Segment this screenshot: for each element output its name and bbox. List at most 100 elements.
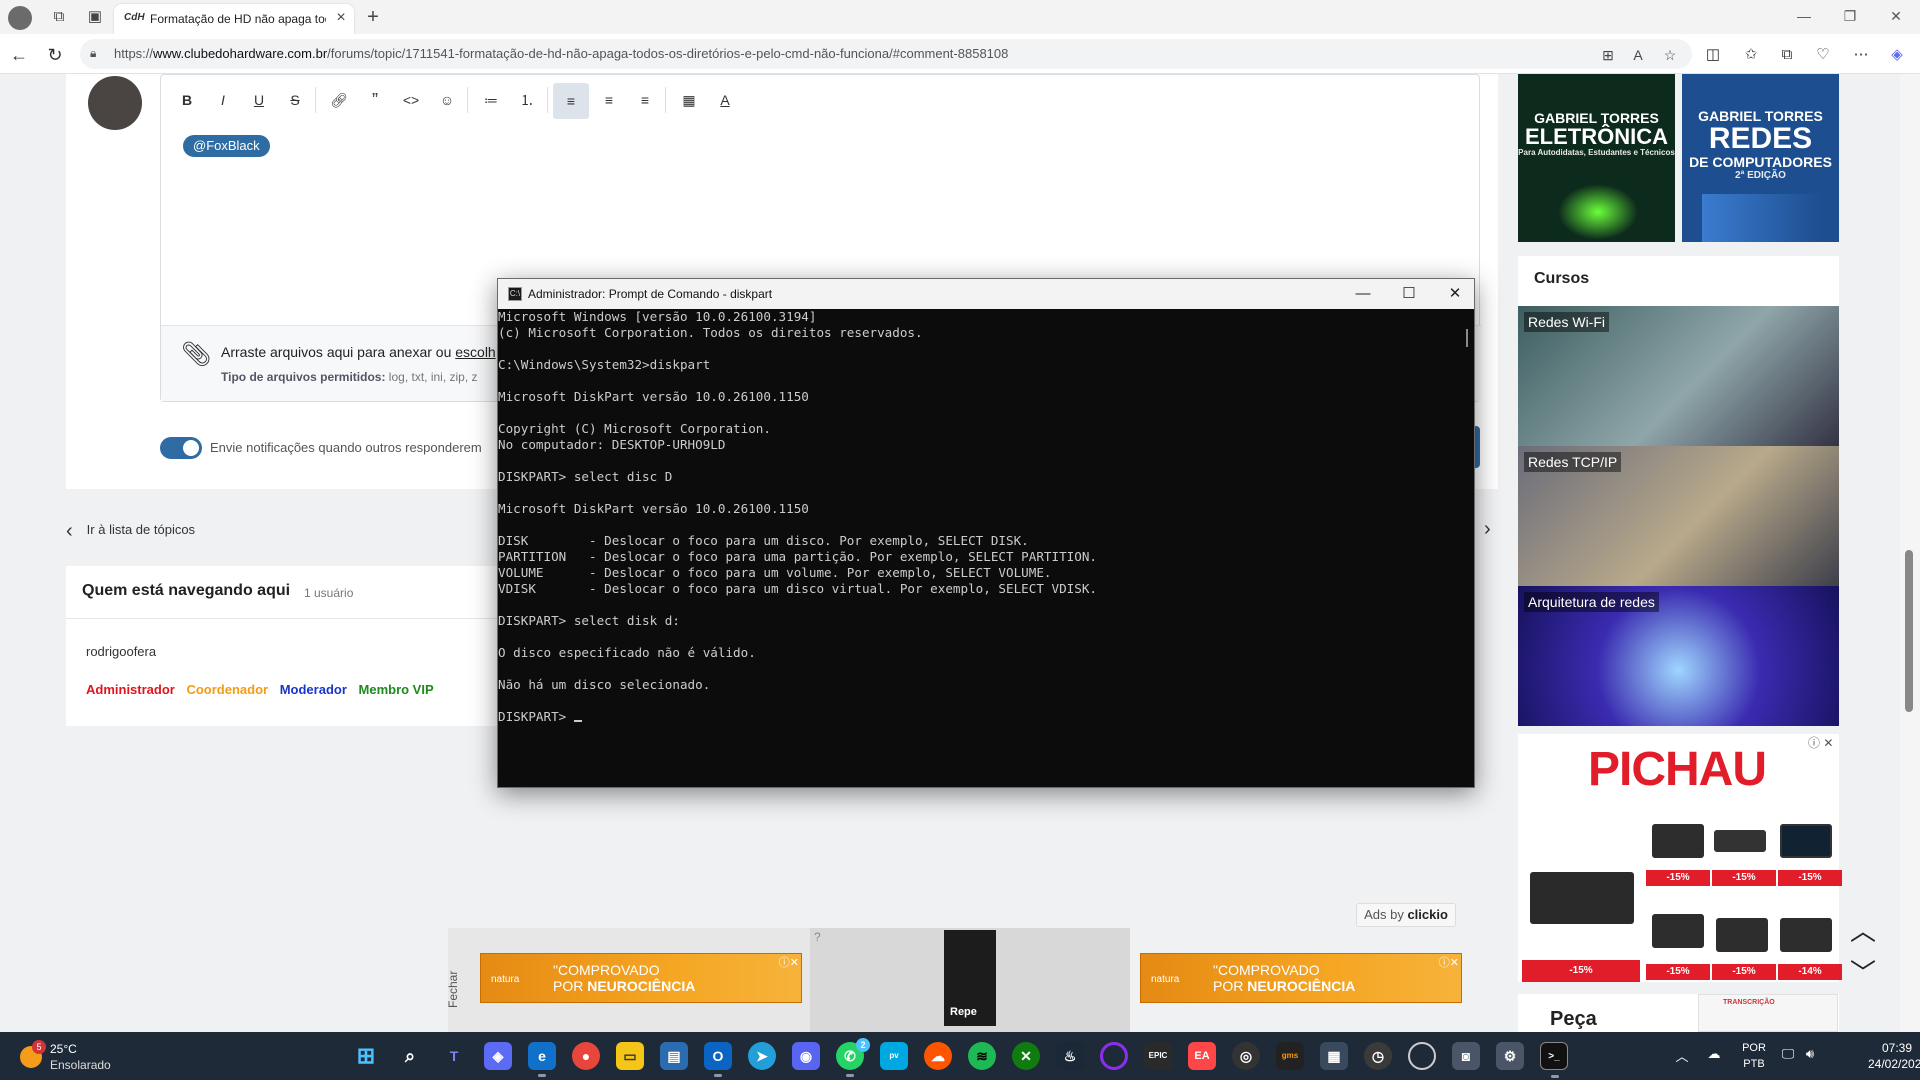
restore-icon[interactable]: ❐: [1840, 8, 1860, 26]
site-info-icon[interactable]: 🔒︎: [90, 46, 106, 62]
url-field[interactable]: 🔒︎ https://www.clubedohardware.com.br/fo…: [80, 39, 1692, 69]
viewer-user[interactable]: rodrigoofera: [86, 644, 156, 659]
file-explorer-icon[interactable]: ▭: [616, 1042, 644, 1070]
link-icon[interactable]: 🔗︎: [327, 89, 351, 111]
underline-button[interactable]: U: [247, 89, 271, 111]
profile-avatar[interactable]: [8, 6, 32, 30]
close-ad-button[interactable]: Fechar: [446, 958, 470, 1008]
cmd-scrollbar[interactable]: [1460, 309, 1474, 787]
scroll-down-icon[interactable]: ﹀: [1848, 958, 1878, 988]
language-indicator[interactable]: POR PTB: [1740, 1040, 1768, 1072]
whatsapp-icon[interactable]: ✆ 2: [836, 1038, 870, 1077]
prime-video-icon[interactable]: pv: [880, 1042, 908, 1070]
book-ad-eletronica[interactable]: GABRIEL TORRES ELETRÔNICA Para Autodidat…: [1518, 74, 1675, 242]
align-right-icon[interactable]: ≡: [633, 89, 657, 111]
more-menu-icon[interactable]: ⋯: [1850, 44, 1872, 66]
clock[interactable]: 07:3924/02/2025: [1868, 1040, 1920, 1072]
quote-icon[interactable]: ”: [363, 89, 387, 111]
tab-active[interactable]: CdH Formatação de HD não apaga todos os …: [114, 4, 354, 34]
course-card[interactable]: Redes Wi-Fi: [1518, 306, 1839, 446]
start-icon[interactable]: ⊞: [352, 1042, 380, 1070]
emoji-icon[interactable]: ☺: [435, 89, 459, 111]
outlook-icon[interactable]: O: [704, 1042, 732, 1077]
choose-files-link[interactable]: escolh: [455, 344, 495, 360]
course-card[interactable]: Redes TCP/IP: [1518, 446, 1839, 586]
app-available-icon[interactable]: ⊞: [1598, 45, 1618, 65]
avatar[interactable]: [88, 76, 142, 130]
terminal-icon[interactable]: >_: [1540, 1042, 1568, 1078]
steam-icon[interactable]: ♨: [1056, 1042, 1084, 1070]
close-icon[interactable]: ✕: [1444, 283, 1466, 305]
page-scrollbar-thumb[interactable]: [1905, 550, 1913, 712]
edge-icon[interactable]: e: [528, 1042, 556, 1077]
cmd-window[interactable]: C:\ Administrador: Prompt de Comando - d…: [497, 278, 1475, 788]
app-icon[interactable]: [1100, 1042, 1128, 1070]
minimize-icon[interactable]: —: [1352, 283, 1374, 305]
discord-icon[interactable]: ◉: [792, 1042, 820, 1070]
ad-info-close-icon[interactable]: ⓘ✕: [1439, 954, 1459, 970]
back-to-topics-link[interactable]: ‹ Ir à lista de tópicos: [66, 520, 195, 543]
maximize-icon[interactable]: ☐: [1398, 283, 1420, 305]
vertical-tabs-icon[interactable]: ▣: [86, 8, 104, 26]
settings-icon[interactable]: ⚙: [1496, 1042, 1524, 1070]
code-icon[interactable]: <>: [399, 89, 423, 111]
video-ad[interactable]: ? Repe: [810, 928, 1130, 1032]
back-icon[interactable]: ←: [8, 44, 30, 66]
cmd-console[interactable]: Microsoft Windows [versão 10.0.26100.319…: [498, 309, 1460, 787]
search-icon[interactable]: ⌕: [396, 1042, 424, 1070]
calculator-icon[interactable]: ▦: [1320, 1042, 1348, 1070]
telegram-icon[interactable]: ➤: [748, 1042, 776, 1070]
workspaces-icon[interactable]: ⧉: [50, 8, 68, 26]
ads-by-label[interactable]: Ads by clickio: [1356, 903, 1456, 927]
onedrive-icon[interactable]: ☁: [1704, 1046, 1724, 1066]
epic-games-icon[interactable]: EPIC: [1144, 1042, 1172, 1070]
course-card[interactable]: Arquitetura de redes: [1518, 586, 1839, 726]
ad-info-close-icon[interactable]: ⓘ ✕: [1808, 734, 1833, 751]
strikethrough-button[interactable]: S: [283, 89, 307, 111]
collections-icon[interactable]: ⧉: [1776, 44, 1798, 66]
copilot-icon[interactable]: ◈: [484, 1042, 512, 1070]
notify-toggle[interactable]: [160, 437, 202, 459]
soundcloud-icon[interactable]: ☁: [924, 1042, 952, 1070]
chrome-icon[interactable]: ●: [572, 1042, 600, 1070]
bold-button[interactable]: B: [175, 89, 199, 111]
ad-info-close-icon[interactable]: ⓘ✕: [779, 954, 799, 970]
mention-tag[interactable]: @FoxBlack: [183, 135, 270, 157]
favorite-star-icon[interactable]: ☆: [1660, 45, 1680, 65]
split-screen-icon[interactable]: ◫: [1702, 44, 1724, 66]
network-icon[interactable]: 🖵︎: [1778, 1046, 1798, 1066]
volume-icon[interactable]: 🔊︎: [1800, 1046, 1820, 1066]
new-tab-button[interactable]: +: [362, 6, 384, 28]
favorites-icon[interactable]: ✩: [1740, 44, 1762, 66]
camera-icon[interactable]: ◙: [1452, 1042, 1480, 1070]
clock-icon[interactable]: ◷: [1364, 1042, 1392, 1070]
natura-ad[interactable]: natura "COMPROVADO POR NEUROCIÊNCIA ⓘ✕: [1140, 953, 1462, 1003]
align-left-icon[interactable]: ≡: [553, 83, 589, 119]
weather-widget[interactable]: 5 25°C Ensolarado: [18, 1040, 158, 1074]
chevron-right-icon[interactable]: ›: [1484, 518, 1491, 541]
book-ad-redes[interactable]: GABRIEL TORRES REDES DE COMPUTADORES 2ª …: [1682, 74, 1839, 242]
ad-info-icon[interactable]: ?: [814, 930, 821, 944]
cmd-title-bar[interactable]: C:\ Administrador: Prompt de Comando - d…: [498, 279, 1474, 309]
obs-icon[interactable]: [1408, 1042, 1436, 1070]
games-app-icon[interactable]: gms: [1276, 1042, 1304, 1070]
cmd-scrollbar-thumb[interactable]: [1466, 329, 1468, 347]
read-aloud-icon[interactable]: A: [1628, 45, 1648, 65]
copilot-icon[interactable]: ◈: [1886, 44, 1908, 66]
store-icon[interactable]: ▤: [660, 1042, 688, 1070]
tab-close-icon[interactable]: ×: [332, 9, 350, 27]
bullet-list-icon[interactable]: ≔: [479, 89, 503, 111]
numbered-list-icon[interactable]: ⒈: [515, 89, 539, 111]
spotify-icon[interactable]: ≋: [968, 1042, 996, 1070]
align-center-icon[interactable]: ≡: [597, 89, 621, 111]
minimize-icon[interactable]: —: [1794, 8, 1814, 26]
text-color-icon[interactable]: A: [713, 89, 737, 111]
pichau-ad[interactable]: PICHAU ⓘ ✕ -15% -15% -15% -15% -15% -15%…: [1518, 734, 1842, 982]
table-icon[interactable]: ▦: [677, 89, 701, 111]
browser-essentials-icon[interactable]: ♡: [1812, 44, 1834, 66]
natura-ad[interactable]: natura "COMPROVADO POR NEUROCIÊNCIA ⓘ✕: [480, 953, 802, 1003]
xbox-icon[interactable]: ✕: [1012, 1042, 1040, 1070]
italic-button[interactable]: I: [211, 89, 235, 111]
show-hidden-icons-icon[interactable]: ︿: [1672, 1046, 1692, 1066]
ubisoft-icon[interactable]: ◎: [1232, 1042, 1260, 1070]
